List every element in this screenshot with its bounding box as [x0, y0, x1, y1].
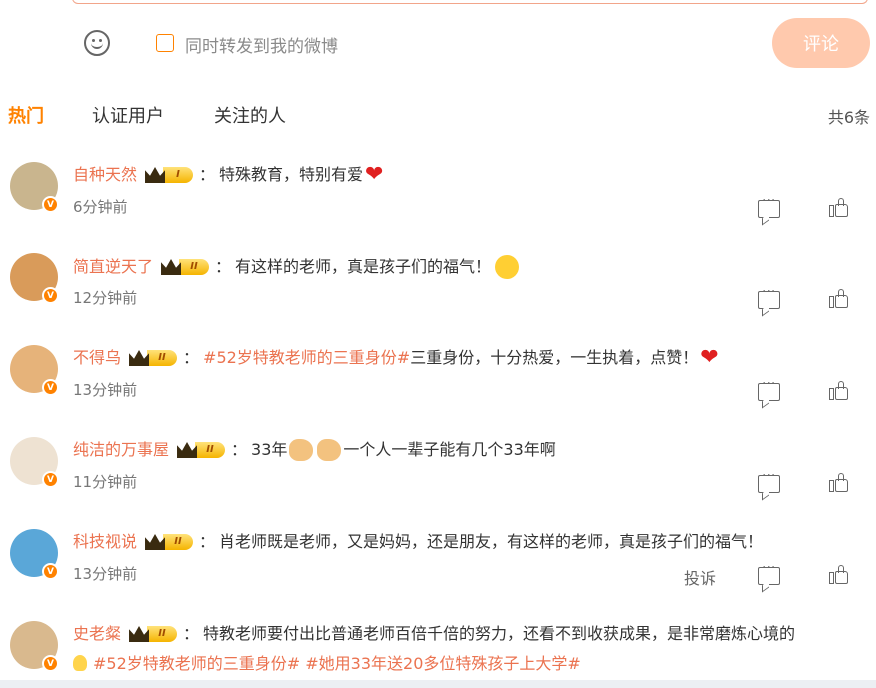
compose-bar: 同时转发到我的微博 评论 — [0, 18, 876, 70]
comment-item: V 科技视说 II ： 肖老师既是老师，又是妈妈，还是朋友，有这样的老师，真是孩… — [0, 529, 876, 619]
tab-hot[interactable]: 热门 — [8, 102, 44, 128]
colon: ： — [215, 257, 232, 276]
username[interactable]: 科技视说 — [73, 531, 137, 553]
comment-time: 13分钟前 — [73, 381, 138, 399]
like-icon[interactable] — [829, 198, 849, 218]
topic-links[interactable]: #52岁特教老师的三重身份# #她用33年送20多位特殊孩子上大学# — [93, 654, 581, 673]
heart-emoji-icon: ❤ — [700, 345, 719, 370]
reply-icon[interactable] — [758, 560, 780, 585]
verified-badge-icon: V — [42, 196, 59, 213]
like-icon[interactable] — [829, 289, 849, 309]
comment-time: 6分钟前 — [73, 198, 128, 216]
comment-input-border[interactable] — [72, 0, 868, 4]
reply-icon[interactable] — [758, 468, 780, 493]
crown-level-icon: II — [129, 626, 178, 642]
comment-text: 特殊教育，特别有爱 — [219, 165, 364, 184]
fist-emoji-icon — [317, 439, 342, 461]
username[interactable]: 史老粲 — [73, 623, 121, 645]
like-icon[interactable] — [829, 381, 849, 401]
comment-item: V 不得乌 II ： #52岁特教老师的三重身份# 三重身份，十分热爱，一生执着… — [0, 345, 876, 435]
colon: ： — [231, 440, 248, 459]
comment-text: 特教老师要付出比普通老师百倍千倍的努力，还看不到收获成果，是非常磨炼心境的 — [203, 624, 796, 643]
colon: ： — [199, 532, 216, 551]
colon: ： — [183, 624, 200, 643]
comment-time: 13分钟前 — [73, 565, 138, 583]
report-link[interactable]: 投诉 — [684, 565, 716, 589]
submit-comment-button[interactable]: 评论 — [772, 18, 870, 68]
verified-badge-icon: V — [42, 471, 59, 488]
verified-badge-icon: V — [42, 379, 59, 396]
comment-text-prefix: 33年 — [251, 440, 288, 459]
topic-link[interactable]: #52岁特教老师的三重身份# — [203, 347, 410, 369]
crown-level-icon: II — [129, 350, 178, 366]
username[interactable]: 不得乌 — [73, 347, 121, 369]
forward-checkbox[interactable] — [156, 34, 174, 52]
comment-text: 肖老师既是老师，又是妈妈，还是朋友，有这样的老师，真是孩子们的福气！ — [219, 532, 764, 551]
comment-item: V 简直逆天了 II ： 有这样的老师，真是孩子们的福气！ 12分钟前 — [0, 253, 876, 343]
comment-text: 三重身份，十分热爱，一生执着，点赞！ — [410, 348, 699, 367]
tab-verified-users[interactable]: 认证用户 — [92, 102, 164, 128]
comment-item: V 自种天然 I ： 特殊教育，特别有爱 ❤ 6分钟前 — [0, 162, 876, 252]
verified-badge-icon: V — [42, 655, 59, 672]
comment-item: V 纯洁的万事屋 II ： 33年 一个人一辈子能有几个33年啊 11分钟前 — [0, 437, 876, 527]
crown-level-icon: I — [145, 167, 194, 183]
crown-level-icon: II — [177, 442, 226, 458]
comment-time: 12分钟前 — [73, 289, 138, 307]
username[interactable]: 自种天然 — [73, 164, 137, 186]
username[interactable]: 简直逆天了 — [73, 256, 153, 278]
comment-tabs: 热门 认证用户 关注的人 共6条 — [0, 102, 876, 132]
like-icon[interactable] — [829, 565, 849, 585]
heart-emoji-icon: ❤ — [365, 162, 384, 187]
username[interactable]: 纯洁的万事屋 — [73, 439, 169, 461]
verified-badge-icon: V — [42, 563, 59, 580]
colon: ： — [183, 348, 200, 367]
comment-text: 一个人一辈子能有几个33年啊 — [343, 440, 556, 459]
reply-icon[interactable] — [758, 193, 780, 218]
emoji-icon[interactable] — [84, 30, 110, 56]
666-face-emoji-icon — [495, 255, 520, 279]
handshake-emoji-icon — [289, 439, 314, 461]
verified-badge-icon: V — [42, 287, 59, 304]
page-bottom-strip — [0, 680, 876, 688]
tab-following[interactable]: 关注的人 — [214, 102, 286, 128]
comment-text: 有这样的老师，真是孩子们的福气！ — [235, 257, 492, 276]
comment-time: 11分钟前 — [73, 473, 138, 491]
like-icon[interactable] — [829, 473, 849, 493]
crown-level-icon: II — [145, 534, 194, 550]
reply-icon[interactable] — [758, 376, 780, 401]
bulb-emoji-icon — [73, 655, 87, 671]
reply-icon[interactable] — [758, 284, 780, 309]
crown-level-icon: II — [161, 259, 210, 275]
total-comment-count: 共6条 — [827, 108, 870, 127]
comment-item: V 史老粲 II ： 特教老师要付出比普通老师百倍千倍的努力，还看不到收获成果，… — [0, 621, 876, 688]
colon: ： — [199, 165, 216, 184]
forward-label[interactable]: 同时转发到我的微博 — [185, 32, 338, 57]
